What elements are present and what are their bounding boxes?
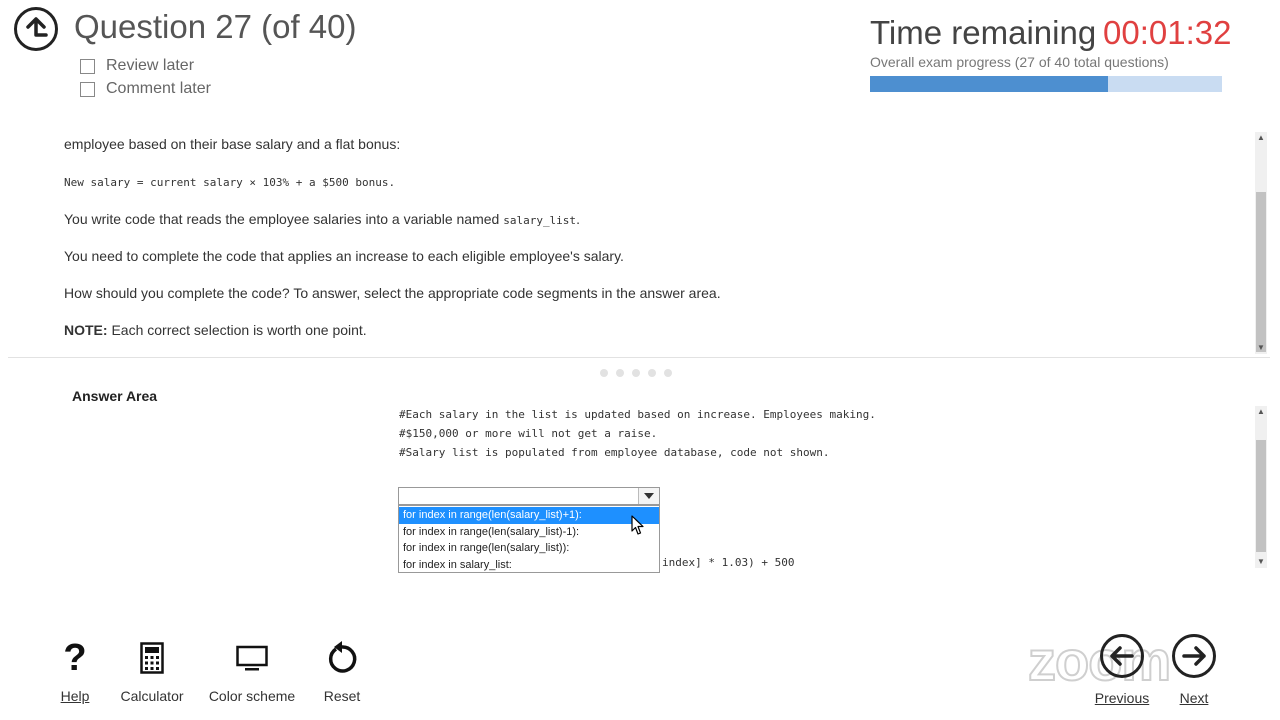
time-remaining-label: Time remaining	[870, 14, 1097, 51]
handle-dot	[664, 369, 672, 377]
next-button[interactable]: Next	[1146, 634, 1242, 706]
right-arrow-icon	[1172, 634, 1216, 678]
comment-later-label: Comment later	[106, 80, 211, 97]
answer-area-title: Answer Area	[72, 388, 158, 404]
question-scrollbar[interactable]: ▲ ▼	[1255, 132, 1267, 354]
answer-code-line: #Each salary in the list is updated base…	[399, 408, 876, 421]
dropdown-list: for index in range(len(salary_list)+1): …	[398, 505, 660, 573]
color-scheme-button[interactable]: Color scheme	[204, 636, 300, 704]
back-to-review-button[interactable]	[14, 7, 58, 51]
handle-dot	[616, 369, 624, 377]
question-note: NOTE: Each correct selection is worth on…	[64, 322, 367, 338]
scrollbar-thumb[interactable]	[1256, 440, 1266, 552]
question-pane: employee based on their base salary and …	[0, 120, 1272, 356]
exam-progress-fill	[870, 76, 1108, 92]
calculator-button[interactable]: Calculator	[104, 636, 200, 704]
salary-list-code: salary_list	[503, 214, 577, 227]
reset-button[interactable]: Reset	[294, 636, 390, 704]
next-label: Next	[1179, 690, 1209, 706]
note-label: NOTE:	[64, 322, 108, 338]
chevron-down-icon[interactable]	[638, 488, 659, 504]
handle-dot	[648, 369, 656, 377]
checkbox-box[interactable]	[80, 81, 95, 97]
answer-code-line: index] * 1.03) + 500	[662, 556, 795, 569]
exam-progress-bar	[870, 76, 1222, 92]
handle-dot	[632, 369, 640, 377]
scroll-down-arrow-icon[interactable]: ▼	[1255, 342, 1267, 354]
answer-code-line: #Salary list is populated from employee …	[399, 446, 830, 459]
reset-label: Reset	[323, 688, 361, 704]
dropdown-option[interactable]: for index in range(len(salary_list)):	[399, 540, 659, 557]
comment-later-checkbox[interactable]: Comment later	[80, 80, 211, 98]
dropdown-option[interactable]: for index in range(len(salary_list)-1):	[399, 524, 659, 541]
question-line: employee based on their base salary and …	[64, 136, 401, 152]
scroll-up-arrow-icon[interactable]: ▲	[1255, 406, 1267, 418]
answer-code-line: #$150,000 or more will not get a raise.	[399, 427, 658, 440]
scroll-up-arrow-icon[interactable]: ▲	[1255, 132, 1267, 144]
exam-progress-text: Overall exam progress (27 of 40 total qu…	[870, 54, 1169, 70]
checkbox-box[interactable]	[80, 58, 95, 74]
note-text: Each correct selection is worth one poin…	[107, 322, 367, 338]
question-line-suffix: .	[576, 211, 580, 227]
dropdown-option[interactable]: for index in salary_list:	[399, 557, 659, 574]
question-formula: New salary = current salary × 103% + a $…	[64, 176, 396, 189]
dropdown-option[interactable]: for index in range(len(salary_list)+1):	[399, 507, 659, 524]
calculator-icon	[104, 636, 200, 680]
pane-resize-handle[interactable]	[600, 369, 672, 377]
calculator-label: Calculator	[120, 688, 184, 704]
monitor-icon	[204, 636, 300, 680]
question-line-prefix: You write code that reads the employee s…	[64, 211, 504, 227]
review-later-checkbox[interactable]: Review later	[80, 57, 194, 75]
review-later-label: Review later	[106, 57, 195, 74]
color-scheme-label: Color scheme	[208, 688, 296, 704]
mouse-cursor-icon	[631, 515, 644, 535]
pane-divider[interactable]	[8, 357, 1270, 358]
scroll-down-arrow-icon[interactable]: ▼	[1255, 556, 1267, 568]
question-line: You write code that reads the employee s…	[64, 211, 580, 227]
up-arrow-icon	[26, 17, 48, 37]
left-arrow-icon	[1100, 634, 1144, 678]
answer-scrollbar[interactable]: ▲ ▼	[1255, 406, 1267, 568]
handle-dot	[600, 369, 608, 377]
reset-icon	[294, 636, 390, 680]
question-title: Question 27 (of 40)	[74, 8, 357, 45]
time-remaining-value: 00:01:32	[1103, 14, 1232, 51]
question-line: You need to complete the code that appli…	[64, 248, 624, 264]
loop-select-dropdown[interactable]	[398, 487, 660, 505]
scrollbar-thumb[interactable]	[1256, 192, 1266, 352]
question-line: How should you complete the code? To ans…	[64, 285, 721, 301]
